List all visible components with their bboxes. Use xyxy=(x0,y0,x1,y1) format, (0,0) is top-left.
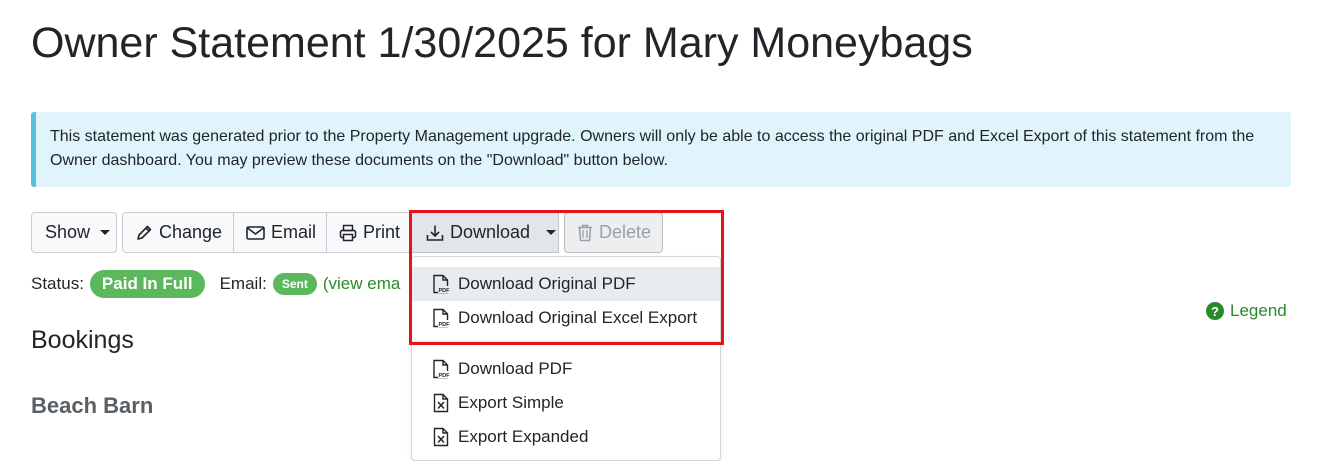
menu-item-export-simple[interactable]: Export Simple xyxy=(412,386,720,420)
print-button-label: Print xyxy=(363,222,401,242)
excel-file-icon xyxy=(433,427,449,447)
menu-item-download-pdf[interactable]: PDF Download PDF xyxy=(412,352,720,386)
view-email-link[interactable]: (view ema xyxy=(323,274,400,294)
question-circle-icon: ? xyxy=(1206,302,1224,320)
delete-button[interactable]: Delete xyxy=(564,212,663,253)
change-button[interactable]: Change xyxy=(122,212,234,253)
excel-file-icon xyxy=(433,393,449,413)
email-button[interactable]: Email xyxy=(233,212,327,253)
legend-link[interactable]: ? Legend xyxy=(1206,301,1287,321)
menu-divider xyxy=(412,341,720,342)
change-button-label: Change xyxy=(159,222,223,242)
info-alert-text: This statement was generated prior to th… xyxy=(50,128,1255,169)
menu-item-label: Export Simple xyxy=(458,393,564,412)
status-badge: Paid In Full xyxy=(89,270,205,298)
legend-label: Legend xyxy=(1230,301,1287,320)
print-button[interactable]: Print xyxy=(326,212,412,253)
caret-down-icon xyxy=(100,230,111,235)
caret-down-icon xyxy=(546,230,557,235)
delete-button-label: Delete xyxy=(599,222,652,242)
property-name: Beach Barn xyxy=(31,393,154,418)
download-button[interactable]: Download xyxy=(411,212,559,253)
show-button-label: Show xyxy=(45,222,91,242)
bookings-heading: Bookings xyxy=(31,326,134,354)
menu-item-download-original-pdf[interactable]: PDF Download Original PDF xyxy=(412,267,720,301)
download-icon xyxy=(426,225,444,241)
pencil-icon xyxy=(137,225,152,240)
menu-item-label: Download PDF xyxy=(458,359,573,378)
menu-item-export-expanded[interactable]: Export Expanded xyxy=(412,420,720,454)
menu-item-download-original-excel-export[interactable]: PDF Download Original Excel Export xyxy=(412,301,720,335)
menu-item-label: Download Original Excel Export xyxy=(458,308,698,327)
status-row: Status: Paid In Full Email: Sent (view e… xyxy=(31,268,400,300)
download-button-label: Download xyxy=(450,222,531,242)
pdf-file-icon: PDF xyxy=(433,274,451,294)
email-button-label: Email xyxy=(271,222,317,242)
pdf-file-icon: PDF xyxy=(433,359,451,379)
show-button[interactable]: Show xyxy=(31,212,117,253)
download-dropdown-menu: PDF Download Original PDF PDF Download O… xyxy=(411,256,721,461)
svg-text:PDF: PDF xyxy=(439,288,451,294)
svg-text:PDF: PDF xyxy=(439,373,451,379)
trash-icon xyxy=(578,224,592,241)
status-label: Status: xyxy=(31,274,84,293)
email-status-badge: Sent xyxy=(272,273,317,295)
printer-icon xyxy=(339,224,357,241)
page-title: Owner Statement 1/30/2025 for Mary Money… xyxy=(31,19,973,67)
menu-item-label: Download Original PDF xyxy=(458,274,636,293)
email-status-label: Email: xyxy=(219,274,267,293)
pdf-file-icon: PDF xyxy=(433,308,451,328)
svg-text:PDF: PDF xyxy=(439,322,451,328)
info-alert: This statement was generated prior to th… xyxy=(31,112,1291,187)
menu-item-label: Export Expanded xyxy=(458,427,589,446)
envelope-icon xyxy=(246,225,265,240)
